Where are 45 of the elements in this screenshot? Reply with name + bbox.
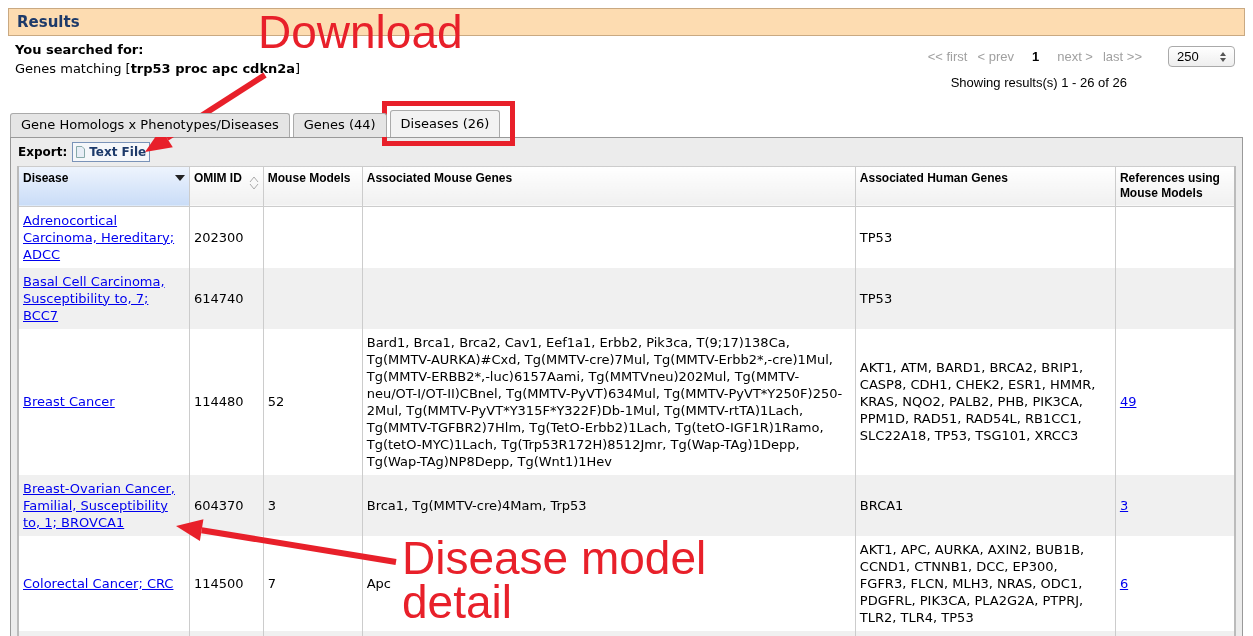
export-label: Export: [18, 143, 68, 161]
disease-link[interactable]: Breast Cancer [23, 393, 185, 410]
table-cell: Apc [366, 575, 391, 591]
column-header[interactable]: Associated Mouse Genes [362, 166, 856, 206]
table-cell: 114480 [193, 394, 244, 409]
table-cell: 614740 [193, 290, 244, 306]
table-cell: Bard1, Brca1, Brca2, Cav1, Eef1a1, Erbb2, Pik3ca, T(9;17)138Ca, Tg(MMTV-AURKA)#Cxd, Tg(MMTV-cre)7Mul, Tg(MMTV-Erbb2*,-cre)1Mul, Tg(MMTV-ERBB2*,-luc)6157Aami, Tg(MMTVneu)202Mul, Tg(MMTV-neu/OT-I/OT-II)CBnel, Tg(MMTV-PyVT)634Mul, Tg(MMTV-PyVT*Y250F)250-2Mul, Tg(MMTV-PyVT*Y315F*Y322F)Db-1Mul, Tg(MMTV-rtTA)1Lach, Tg(MMTV-TGFBR2)7Hlm, Tg(TetO-Erbb2)1Lach, Tg(tetO-IGF1R)1Ramo, Tg(tetO-MYC)1Lach, Tg(Trp53R172H)8512Jmr, Tg(Wap-TAg)1Depp, Tg(Wap-TAg)NP8Depp, Tg(Wnt1)1Hev [366, 334, 843, 469]
pagination-link[interactable]: 1 [1023, 46, 1048, 67]
reference-link[interactable]: 49 [1119, 394, 1137, 409]
annotation-label: Disease model detail [402, 536, 708, 624]
tab[interactable]: Diseases (26) [389, 109, 501, 137]
text-file-button[interactable]: Text File [72, 141, 151, 162]
table-cell: 7 [267, 575, 277, 591]
document-icon [76, 145, 86, 158]
results-title: Results [17, 11, 80, 33]
table-cell: TP53 [859, 229, 893, 245]
column-header[interactable]: References using Mouse Models [1115, 166, 1235, 206]
table-cell: AKT1, APC, AURKA, AXIN2, BUB1B, CCND1, CTNNB1, DCC, EP300, FGFR3, FLCN, MLH3, NRAS, ODC1, PDGFRL, PIK3CA, PLA2G2A, PTPRJ, TLR2, TLR4, TP53 [859, 541, 1085, 625]
disease-link[interactable]: Colorectal Cancer; CRC [23, 574, 185, 592]
table-cell: TP53 [859, 290, 893, 306]
stepper-icon [1220, 51, 1226, 62]
column-header[interactable]: OMIM ID [189, 166, 264, 206]
disease-link[interactable]: Adrenocortical Carcinoma, Hereditary; ADCC [23, 211, 185, 263]
reference-link[interactable]: 6 [1119, 575, 1129, 591]
table-cell: 202300 [193, 229, 244, 245]
disease-link[interactable]: Basal Cell Carcinoma, Susceptibility to, 7; BCC7 [23, 272, 185, 324]
table-cell: 604370 [193, 497, 244, 513]
table-cell: AKT1, ATM, BARD1, BRCA2, BRIP1, CASP8, CDH1, CHEK2, ESR1, HMMR, KRAS, NQO2, PALB2, PHB, PIK3CA, PPM1D, RAD51, RAD54L, RB1CC1, SLC22A18, TP53, TSG101, XRCC3 [859, 360, 1096, 443]
search-summary: Genes matching [trp53 proc apc cdkn2a] [15, 60, 301, 78]
table-cell: Brca1, Tg(MMTV-cre)4Mam, Trp53 [366, 497, 587, 513]
tab[interactable]: Genes (44) [292, 112, 387, 137]
per-page-select[interactable]: 250 [1168, 46, 1235, 67]
tab[interactable]: Gene Homologs x Phenotypes/Diseases [10, 112, 290, 137]
column-header[interactable]: Disease [18, 166, 190, 206]
table-cell: 114500 [193, 575, 244, 591]
results-count: Showing results(s) 1 - 26 of 26 [950, 74, 1127, 92]
table-cell: 3 [267, 497, 277, 513]
table-cell: 52 [267, 394, 285, 409]
annotation-label: Download [258, 6, 464, 58]
disease-link[interactable]: Breast-Ovarian Cancer, Familial, Susceptibility to, 1; BROVCA1 [23, 479, 185, 531]
table-cell: BRCA1 [859, 497, 904, 513]
search-label: You searched for: [15, 41, 145, 59]
column-header[interactable]: Mouse Models [263, 166, 363, 206]
column-header[interactable]: Associated Human Genes [855, 166, 1116, 206]
reference-link[interactable]: 3 [1119, 497, 1129, 513]
